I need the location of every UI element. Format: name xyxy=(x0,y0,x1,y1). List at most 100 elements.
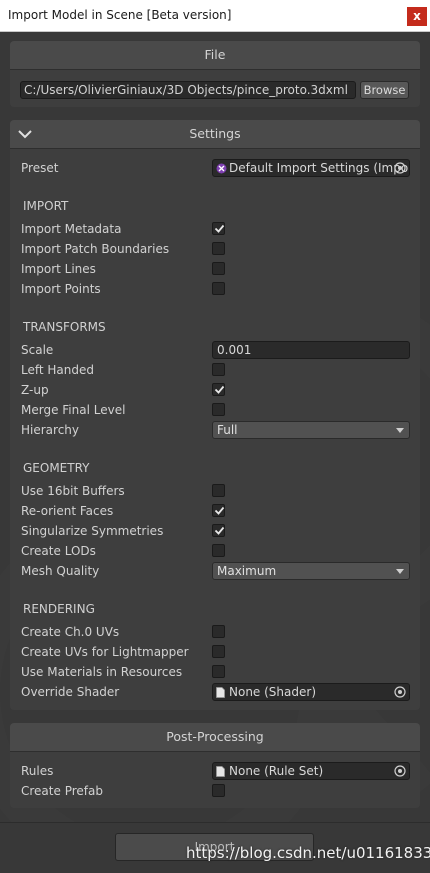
reorient-faces-label: Re-orient Faces xyxy=(21,504,114,518)
use-16bit-checkbox[interactable] xyxy=(212,484,225,497)
rules-row: Rules None (Rule Set) xyxy=(10,761,420,781)
create-lods-checkbox[interactable] xyxy=(212,544,225,557)
credit-text: https://blog.csdn.net/u011618339 xyxy=(186,844,430,862)
override-shader-row: Override Shader None (Shader) xyxy=(10,682,420,702)
create-prefab-label: Create Prefab xyxy=(21,784,103,798)
document-icon xyxy=(216,687,225,698)
checkmark-icon xyxy=(214,224,225,233)
create-prefab-checkbox[interactable] xyxy=(212,784,225,797)
reorient-faces-row: Re-orient Faces xyxy=(10,501,420,521)
merge-final-level-row: Merge Final Level xyxy=(10,400,420,420)
left-handed-checkbox[interactable] xyxy=(212,363,225,376)
file-path-field[interactable]: C:/Users/OlivierGiniaux/3D Objects/pince… xyxy=(20,81,356,99)
import-patch-boundaries-label: Import Patch Boundaries xyxy=(21,242,170,256)
dropdown-arrow-icon xyxy=(396,428,404,433)
create-ch0-uvs-checkbox[interactable] xyxy=(212,625,225,638)
create-lightmapper-uvs-checkbox[interactable] xyxy=(212,645,225,658)
use-16bit-row: Use 16bit Buffers xyxy=(10,481,420,501)
left-handed-row: Left Handed xyxy=(10,360,420,380)
z-up-label: Z-up xyxy=(21,383,49,397)
mesh-quality-value: Maximum xyxy=(217,564,277,578)
z-up-row: Z-up xyxy=(10,380,420,400)
override-shader-value: None (Shader) xyxy=(229,685,316,699)
z-up-checkbox[interactable] xyxy=(212,383,225,396)
import-points-checkbox[interactable] xyxy=(212,282,225,295)
settings-title: Settings xyxy=(189,126,241,141)
import-section-title: IMPORT xyxy=(23,199,69,213)
mesh-quality-dropdown[interactable]: Maximum xyxy=(212,562,410,580)
geometry-section-title: GEOMETRY xyxy=(23,461,90,475)
checkmark-icon xyxy=(214,526,225,535)
import-lines-row: Import Lines xyxy=(10,259,420,279)
create-lightmapper-uvs-row: Create UVs for Lightmapper xyxy=(10,642,420,662)
preset-label: Preset xyxy=(21,161,59,175)
rules-value: None (Rule Set) xyxy=(229,764,324,778)
create-ch0-uvs-label: Create Ch.0 UVs xyxy=(21,625,120,639)
reorient-faces-checkbox[interactable] xyxy=(212,504,225,517)
use-16bit-label: Use 16bit Buffers xyxy=(21,484,125,498)
document-icon xyxy=(216,766,225,777)
post-processing-header: Post-Processing xyxy=(10,723,420,752)
settings-panel: Settings Preset Default Import Settings … xyxy=(10,120,420,710)
preset-row: Preset Default Import Settings (Impo xyxy=(10,158,420,178)
footer-bar: Import https://blog.csdn.net/u011618339 xyxy=(0,822,430,873)
mesh-quality-label: Mesh Quality xyxy=(21,564,100,578)
rules-label: Rules xyxy=(21,764,54,778)
hierarchy-label: Hierarchy xyxy=(21,423,80,437)
import-metadata-row: Import Metadata xyxy=(10,219,420,239)
checkmark-icon xyxy=(214,385,225,394)
scale-value: 0.001 xyxy=(217,343,252,357)
import-lines-label: Import Lines xyxy=(21,262,96,276)
merge-final-level-checkbox[interactable] xyxy=(212,403,225,416)
materials-in-resources-checkbox[interactable] xyxy=(212,665,225,678)
post-processing-panel: Post-Processing Rules None (Rule Set) Cr… xyxy=(10,723,420,808)
preset-icon xyxy=(216,163,227,174)
singularize-symmetries-checkbox[interactable] xyxy=(212,524,225,537)
import-patch-boundaries-row: Import Patch Boundaries xyxy=(10,239,420,259)
scale-input[interactable]: 0.001 xyxy=(212,341,410,359)
hierarchy-value: Full xyxy=(217,423,238,437)
object-picker-icon[interactable] xyxy=(394,686,406,698)
create-lods-label: Create LODs xyxy=(21,544,96,558)
scale-row: Scale 0.001 xyxy=(10,340,420,360)
object-picker-icon[interactable] xyxy=(394,765,406,777)
override-shader-field[interactable]: None (Shader) xyxy=(212,683,410,701)
create-prefab-row: Create Prefab xyxy=(10,781,420,801)
rendering-section-title: RENDERING xyxy=(23,602,95,616)
materials-in-resources-label: Use Materials in Resources xyxy=(21,665,183,679)
import-points-label: Import Points xyxy=(21,282,101,296)
transforms-section-title: TRANSFORMS xyxy=(23,320,106,334)
window-title: Import Model in Scene [Beta version] xyxy=(8,8,232,22)
file-panel-header: File xyxy=(10,41,420,70)
object-picker-icon[interactable] xyxy=(394,162,406,174)
scale-label: Scale xyxy=(21,343,54,357)
preset-value: Default Import Settings (Impo xyxy=(229,161,409,175)
import-patch-boundaries-checkbox[interactable] xyxy=(212,242,225,255)
singularize-symmetries-label: Singularize Symmetries xyxy=(21,524,164,538)
import-metadata-checkbox[interactable] xyxy=(212,222,225,235)
merge-final-level-label: Merge Final Level xyxy=(21,403,126,417)
close-button[interactable]: x xyxy=(407,7,427,26)
create-lightmapper-uvs-label: Create UVs for Lightmapper xyxy=(21,645,189,659)
browse-button[interactable]: Browse xyxy=(360,81,409,99)
checkmark-icon xyxy=(214,506,225,515)
import-lines-checkbox[interactable] xyxy=(212,262,225,275)
singularize-symmetries-row: Singularize Symmetries xyxy=(10,521,420,541)
hierarchy-row: Hierarchy Full xyxy=(10,420,420,440)
title-bar: Import Model in Scene [Beta version] x xyxy=(0,0,430,32)
hierarchy-dropdown[interactable]: Full xyxy=(212,421,410,439)
file-panel: File C:/Users/OlivierGiniaux/3D Objects/… xyxy=(10,41,420,107)
materials-in-resources-row: Use Materials in Resources xyxy=(10,662,420,682)
rules-field[interactable]: None (Rule Set) xyxy=(212,762,410,780)
import-points-row: Import Points xyxy=(10,279,420,299)
import-metadata-label: Import Metadata xyxy=(21,222,122,236)
chevron-down-icon[interactable] xyxy=(16,126,34,142)
dropdown-arrow-icon xyxy=(396,569,404,574)
mesh-quality-row: Mesh Quality Maximum xyxy=(10,561,420,581)
create-ch0-uvs-row: Create Ch.0 UVs xyxy=(10,622,420,642)
create-lods-row: Create LODs xyxy=(10,541,420,561)
left-handed-label: Left Handed xyxy=(21,363,94,377)
override-shader-label: Override Shader xyxy=(21,685,120,699)
settings-panel-header[interactable]: Settings xyxy=(10,120,420,149)
preset-field[interactable]: Default Import Settings (Impo xyxy=(212,159,410,177)
